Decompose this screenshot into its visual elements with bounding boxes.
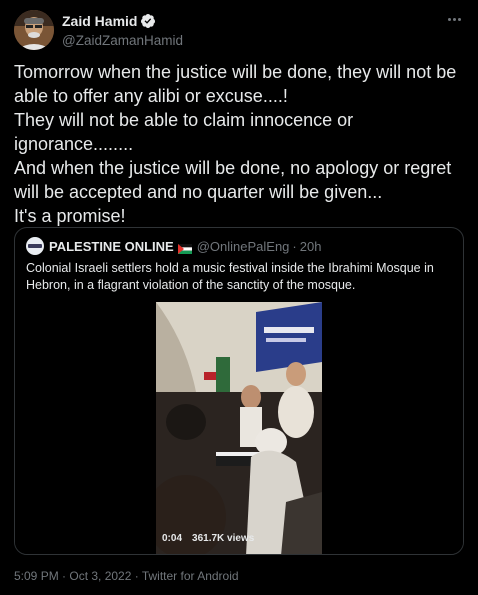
author-avatar[interactable] xyxy=(14,10,54,50)
quoted-timestamp: 20h xyxy=(299,238,322,254)
quoted-tweet[interactable]: PALESTINE ONLINE @OnlinePalEng · 20h Col… xyxy=(14,227,464,555)
video-meta: 0:04 361.7K views xyxy=(162,533,254,544)
palestine-flag-icon xyxy=(177,241,192,254)
quoted-author-avatar xyxy=(26,237,44,255)
quoted-media: 0:04 361.7K views xyxy=(15,300,463,554)
author-handle[interactable]: @ZaidZamanHamid xyxy=(62,32,183,50)
author-display-name[interactable]: Zaid Hamid xyxy=(62,13,137,29)
tweet-text: Tomorrow when the justice will be done, … xyxy=(14,62,457,226)
tweet: Zaid Hamid @ZaidZamanHamid Tomorrow when… xyxy=(0,0,478,595)
more-options-icon[interactable] xyxy=(444,12,464,26)
video-duration: 0:04 xyxy=(162,533,183,544)
author-names: Zaid Hamid @ZaidZamanHamid xyxy=(62,12,183,50)
quoted-tweet-text: Colonial Israeli settlers hold a music f… xyxy=(26,261,434,292)
tweet-header: Zaid Hamid @ZaidZamanHamid xyxy=(14,10,464,50)
quoted-tweet-header: PALESTINE ONLINE @OnlinePalEng · 20h xyxy=(26,237,321,255)
video-player[interactable]: 0:04 361.7K views xyxy=(156,302,322,554)
quoted-author-display-name: PALESTINE ONLINE xyxy=(49,238,174,254)
display-name-row: Zaid Hamid xyxy=(62,12,183,30)
verified-badge-icon xyxy=(140,13,156,29)
quoted-author-handle: @OnlinePalEng xyxy=(196,238,290,254)
video-views: 361.7K views xyxy=(192,533,255,544)
tweet-footer-meta: 5:09 PM · Oct 3, 2022 · Twitter for Andr… xyxy=(14,569,239,583)
quoted-separator: · xyxy=(292,238,297,254)
